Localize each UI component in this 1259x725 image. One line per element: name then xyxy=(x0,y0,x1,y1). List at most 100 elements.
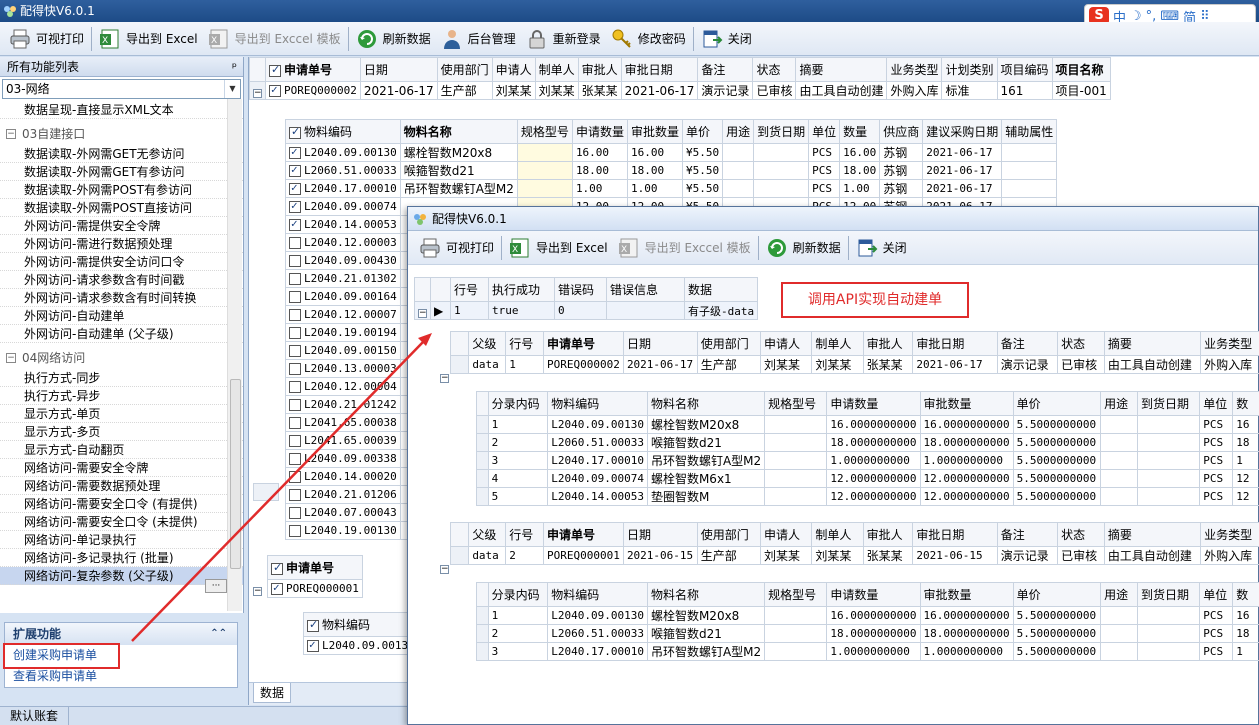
function-item[interactable]: 数据呈现-直接显示XML文本 xyxy=(0,101,243,119)
table-row[interactable]: 3 L2040.17.00010 吊环智数螺钉A型M2 1.0000000000 1.0… xyxy=(476,642,1259,661)
column-header[interactable]: 执行成功 xyxy=(488,277,555,302)
cell[interactable]: 12.0000000000 xyxy=(826,469,921,488)
cell[interactable]: 张某某 xyxy=(862,546,914,565)
function-item[interactable]: 外网访问-自动建单 xyxy=(0,307,243,325)
collapse-icon[interactable]: − xyxy=(253,88,262,98)
column-header[interactable]: 日期 xyxy=(622,522,698,547)
column-header[interactable]: 行号 xyxy=(505,331,544,356)
cell[interactable]: ¥5.50 xyxy=(681,161,724,180)
cell[interactable]: 1.0000000000 xyxy=(826,642,921,661)
column-header[interactable]: 单位 xyxy=(808,119,841,144)
column-header[interactable]: 物料编码 xyxy=(547,582,648,607)
category-select[interactable]: 03-网络 ▼ xyxy=(2,79,241,99)
column-header[interactable]: 项目编码 xyxy=(996,57,1053,82)
cell[interactable]: 18.0000000000 xyxy=(826,624,921,643)
cell[interactable]: PCS xyxy=(1199,415,1234,434)
column-header[interactable]: 到货日期 xyxy=(753,119,810,144)
cell[interactable] xyxy=(753,161,810,180)
cell[interactable]: L2040.09.00130 xyxy=(547,606,648,625)
column-header[interactable]: 单价 xyxy=(1012,391,1102,416)
collapse-icon[interactable]: − xyxy=(418,308,427,318)
column-header[interactable]: 数 xyxy=(1232,582,1259,607)
cell[interactable]: 16.0000000000 xyxy=(919,415,1014,434)
cell[interactable]: 16.00 xyxy=(626,143,683,162)
cell[interactable]: 16.00 xyxy=(571,143,628,162)
cell[interactable]: 喉箍智数d21 xyxy=(399,161,518,180)
cell[interactable]: 2021-06-17 xyxy=(922,143,1003,162)
column-header[interactable]: 规格型号 xyxy=(764,391,828,416)
cell[interactable]: L2040.19.00194 xyxy=(285,323,401,342)
column-header[interactable]: 规格型号 xyxy=(764,582,828,607)
cell[interactable]: L2041.65.00038 xyxy=(285,413,401,432)
cell[interactable]: PCS xyxy=(1199,469,1234,488)
column-header[interactable]: 申请人 xyxy=(760,522,813,547)
cell[interactable]: L2040.09.00130 xyxy=(285,143,401,162)
cell[interactable]: PCS xyxy=(1199,451,1234,470)
admin-button[interactable]: 后台管理 xyxy=(436,25,521,53)
cell[interactable]: 16 xyxy=(1232,606,1259,625)
cell[interactable]: PCS xyxy=(808,161,841,180)
cell[interactable]: PCS xyxy=(1199,487,1234,506)
cell[interactable]: 16.0000000000 xyxy=(826,415,921,434)
cell[interactable]: L2040.12.00003 xyxy=(285,233,401,252)
cell[interactable]: L2040.12.00004 xyxy=(285,377,401,396)
checkbox[interactable] xyxy=(289,489,301,501)
cell[interactable]: 2021-06-15 xyxy=(622,546,698,565)
pin-icon[interactable]: ᵖ xyxy=(232,57,237,77)
cell[interactable]: 5 xyxy=(487,487,549,506)
cell[interactable]: 12 xyxy=(1232,469,1259,488)
cell[interactable]: 生产部 xyxy=(696,355,762,374)
checkbox[interactable] xyxy=(289,237,301,249)
cell[interactable]: 刘某某 xyxy=(760,546,813,565)
cell[interactable]: 2021-06-17 xyxy=(912,355,998,374)
cell[interactable]: 有子级-data xyxy=(683,301,759,320)
column-header[interactable]: 单价 xyxy=(681,119,724,144)
cell[interactable]: L2040.09.00074 xyxy=(285,197,401,216)
cell[interactable] xyxy=(516,161,573,180)
column-header[interactable]: 物料名称 xyxy=(646,582,766,607)
cell[interactable]: PCS xyxy=(1199,624,1234,643)
column-header[interactable]: 物料编码 xyxy=(303,612,419,637)
column-header[interactable]: 业务类型 xyxy=(886,57,943,82)
cell[interactable] xyxy=(1100,606,1139,625)
checkbox[interactable] xyxy=(289,525,301,537)
cell[interactable] xyxy=(1137,487,1201,506)
scrollbar-thumb[interactable] xyxy=(230,379,241,569)
function-item[interactable]: 数据读取-外网需POST有参访问 xyxy=(0,181,243,199)
function-item[interactable]: 网络访问-需要安全令牌 xyxy=(0,459,243,477)
table-row[interactable]: 3 L2040.17.00010 吊环智数螺钉A型M2 1.0000000000 1.0… xyxy=(476,451,1259,470)
cell[interactable]: 2 xyxy=(487,433,549,452)
checkbox[interactable] xyxy=(289,399,301,411)
cell[interactable]: 5.5000000000 xyxy=(1012,487,1102,506)
cell[interactable]: L2041.65.00039 xyxy=(285,431,401,450)
cell[interactable] xyxy=(1100,487,1139,506)
cell[interactable]: L2040.14.00020 xyxy=(285,467,401,486)
column-header[interactable]: 状态 xyxy=(752,57,797,82)
function-item[interactable]: 数据读取-外网需GET无参访问 xyxy=(0,145,243,163)
collapse-icon[interactable]: − xyxy=(6,129,16,139)
cell[interactable] xyxy=(722,143,755,162)
cell[interactable]: 5.5000000000 xyxy=(1012,606,1102,625)
table-row[interactable]: 2 L2060.51.00033 喉箍智数d21 18.0000000000 18.00… xyxy=(476,433,1259,452)
collapse-icon[interactable]: ⌃⌃ xyxy=(210,623,227,645)
cell[interactable]: PCS xyxy=(808,179,841,198)
table-row[interactable]: L2040.17.00010吊环智数螺钉A型M21.001.00¥5.50PCS… xyxy=(285,179,1058,198)
function-item[interactable]: 外网访问-请求参数含有时间转换 xyxy=(0,289,243,307)
cell[interactable] xyxy=(753,179,810,198)
function-item[interactable]: 显示方式-多页 xyxy=(0,423,243,441)
table-row[interactable]: 4 L2040.09.00074 螺栓智数M6x1 12.0000000000 12.0… xyxy=(476,469,1259,488)
cell[interactable]: 苏钢 xyxy=(879,161,924,180)
cell[interactable]: 螺栓智数M6x1 xyxy=(646,469,766,488)
checkbox[interactable] xyxy=(271,581,283,595)
sidebar-scrollbar[interactable] xyxy=(227,99,242,611)
cell[interactable]: 外购入库 xyxy=(1200,546,1259,565)
function-item[interactable]: 网络访问-需要安全口令 (有提供) xyxy=(0,495,243,513)
function-item[interactable]: 外网访问-自动建单 (父子级) xyxy=(0,325,243,343)
column-header[interactable]: 辅助属性 xyxy=(1001,119,1058,144)
collapse-icon[interactable]: − xyxy=(253,587,262,596)
function-item[interactable]: 外网访问-需提供安全访问口令 xyxy=(0,253,243,271)
cell[interactable] xyxy=(1001,179,1058,198)
print-button[interactable]: 可视打印 xyxy=(4,25,89,53)
cell[interactable]: 3 xyxy=(487,451,549,470)
column-header[interactable]: 单位 xyxy=(1199,391,1234,416)
